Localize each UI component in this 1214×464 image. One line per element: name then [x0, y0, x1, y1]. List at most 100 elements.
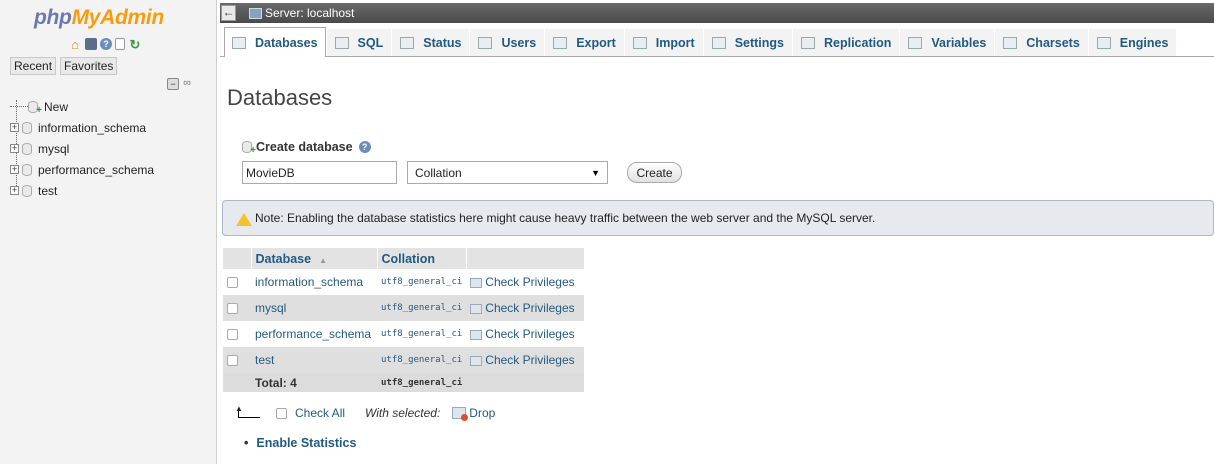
check-privileges-cell[interactable]: Check Privileges: [466, 295, 585, 321]
database-icon: [22, 121, 32, 134]
new-database-icon: [28, 100, 42, 116]
expand-icon[interactable]: +: [10, 123, 19, 132]
row-checkbox-cell: [223, 269, 251, 295]
database-name-link[interactable]: mysql: [251, 295, 377, 321]
tab-label: Import: [655, 36, 695, 50]
check-all-label[interactable]: Check All: [295, 406, 345, 420]
row-checkbox[interactable]: [227, 329, 238, 341]
tab-variables[interactable]: Variables: [900, 29, 995, 56]
collapse-all-icon[interactable]: −: [167, 78, 179, 90]
header-collation[interactable]: Collation: [377, 248, 467, 269]
server-breadcrumb[interactable]: Server: localhost: [265, 6, 354, 20]
tree-item-label: test: [38, 183, 58, 198]
phpmyadmin-logo[interactable]: phpMyAdmin: [34, 6, 164, 30]
row-checkbox[interactable]: [227, 303, 238, 315]
charsets-icon: [1003, 37, 1018, 49]
tree-item-information-schema[interactable]: + information_schema: [10, 117, 154, 138]
check-privileges-link[interactable]: Check Privileges: [485, 275, 574, 289]
header-database-label: Database: [255, 251, 312, 266]
tab-export[interactable]: Export: [545, 29, 624, 56]
database-name-link[interactable]: information_schema: [251, 269, 377, 295]
collation-select-value: Collation: [415, 165, 462, 180]
tab-label: Charsets: [1026, 36, 1080, 50]
tab-status[interactable]: Status: [392, 29, 470, 56]
link-with-main-icon[interactable]: ∞: [181, 78, 193, 90]
sort-ascending-icon: ▲: [319, 255, 328, 265]
tab-sql[interactable]: SQL: [326, 29, 392, 56]
replication-icon: [801, 37, 815, 49]
documentation-icon[interactable]: [115, 38, 125, 50]
favorites-tab[interactable]: Favorites: [60, 57, 118, 75]
status-icon: [400, 37, 415, 49]
page-title: Databases: [227, 85, 333, 110]
server-breadcrumb-bar: ← Server: localhost: [220, 3, 1214, 23]
collation-select[interactable]: Collation ▼: [407, 161, 608, 184]
tree-item-performance-schema[interactable]: + performance_schema: [10, 159, 154, 180]
row-checkbox[interactable]: [227, 355, 238, 367]
check-privileges-cell[interactable]: Check Privileges: [466, 347, 585, 373]
tree-item-label: mysql: [38, 141, 70, 156]
total-empty-cell: [223, 373, 251, 392]
chevron-down-icon: ▼: [591, 167, 600, 178]
tab-import[interactable]: Import: [624, 29, 703, 56]
users-icon: [478, 37, 493, 49]
tab-label: Status: [423, 36, 462, 50]
home-icon[interactable]: ⌂: [68, 37, 82, 52]
logout-icon[interactable]: [85, 38, 97, 50]
total-collation: utf8_general_ci: [377, 373, 467, 392]
help-icon[interactable]: ?: [100, 38, 112, 50]
privileges-icon: [470, 329, 483, 340]
expand-icon[interactable]: +: [10, 165, 19, 174]
check-privileges-link[interactable]: Check Privileges: [485, 327, 574, 341]
create-database-icon: [242, 141, 256, 156]
notice-text: Note: Enabling the database statistics h…: [255, 211, 876, 225]
drop-icon[interactable]: [452, 407, 469, 421]
tree-item-label: New: [44, 99, 69, 114]
expand-icon[interactable]: +: [10, 186, 19, 195]
header-database[interactable]: Database ▲: [251, 248, 378, 269]
recent-tab[interactable]: Recent: [10, 57, 57, 75]
drop-button[interactable]: Drop: [469, 406, 495, 420]
database-name-link[interactable]: performance_schema: [251, 321, 377, 347]
server-icon: [249, 7, 262, 19]
privileges-icon: [470, 303, 483, 314]
sql-icon: [334, 37, 349, 49]
tab-label: Databases: [255, 35, 318, 50]
tree-item-test[interactable]: + test: [10, 180, 154, 201]
tree-item-label: information_schema: [38, 120, 147, 135]
help-icon[interactable]: ?: [358, 141, 371, 153]
warning-icon: [236, 212, 252, 226]
enable-statistics-link[interactable]: Enable Statistics: [256, 436, 356, 450]
tree-item-new[interactable]: New: [10, 96, 154, 117]
check-all-checkbox[interactable]: [276, 407, 287, 419]
tab-users[interactable]: Users: [470, 29, 545, 56]
export-icon: [553, 37, 568, 49]
navigation-panel: phpMyAdmin ⌂ ? ↻ Recent Favorites − ∞ Ne…: [0, 0, 217, 464]
collapse-nav-button[interactable]: ←: [221, 5, 236, 21]
tree-item-mysql[interactable]: + mysql: [10, 138, 154, 159]
check-privileges-link[interactable]: Check Privileges: [485, 301, 574, 315]
database-name-input[interactable]: [242, 161, 397, 184]
row-checkbox[interactable]: [227, 277, 238, 289]
create-button[interactable]: Create: [627, 162, 682, 183]
check-privileges-link[interactable]: Check Privileges: [485, 353, 574, 367]
collation-cell: utf8_general_ci: [377, 347, 467, 373]
tab-engines[interactable]: Engines: [1088, 29, 1177, 56]
with-selected-label: With selected:: [365, 406, 441, 420]
check-privileges-cell[interactable]: Check Privileges: [466, 269, 585, 295]
tab-charsets[interactable]: Charsets: [995, 29, 1088, 56]
create-database-text: Create database: [256, 140, 353, 154]
total-empty-cell: [466, 373, 585, 392]
settings-icon: [711, 37, 726, 49]
select-arrow-icon: ▲: [234, 405, 260, 419]
header-collation-label: Collation: [381, 251, 435, 266]
expand-icon[interactable]: +: [10, 144, 19, 153]
reload-icon[interactable]: ↻: [128, 37, 142, 52]
database-name-link[interactable]: test: [251, 347, 377, 373]
check-privileges-cell[interactable]: Check Privileges: [466, 321, 585, 347]
tab-settings[interactable]: Settings: [703, 29, 792, 56]
tab-databases[interactable]: Databases: [224, 27, 326, 57]
logo-php-text: php: [34, 6, 72, 29]
database-icon: [22, 184, 32, 197]
tab-replication[interactable]: Replication: [793, 29, 900, 56]
